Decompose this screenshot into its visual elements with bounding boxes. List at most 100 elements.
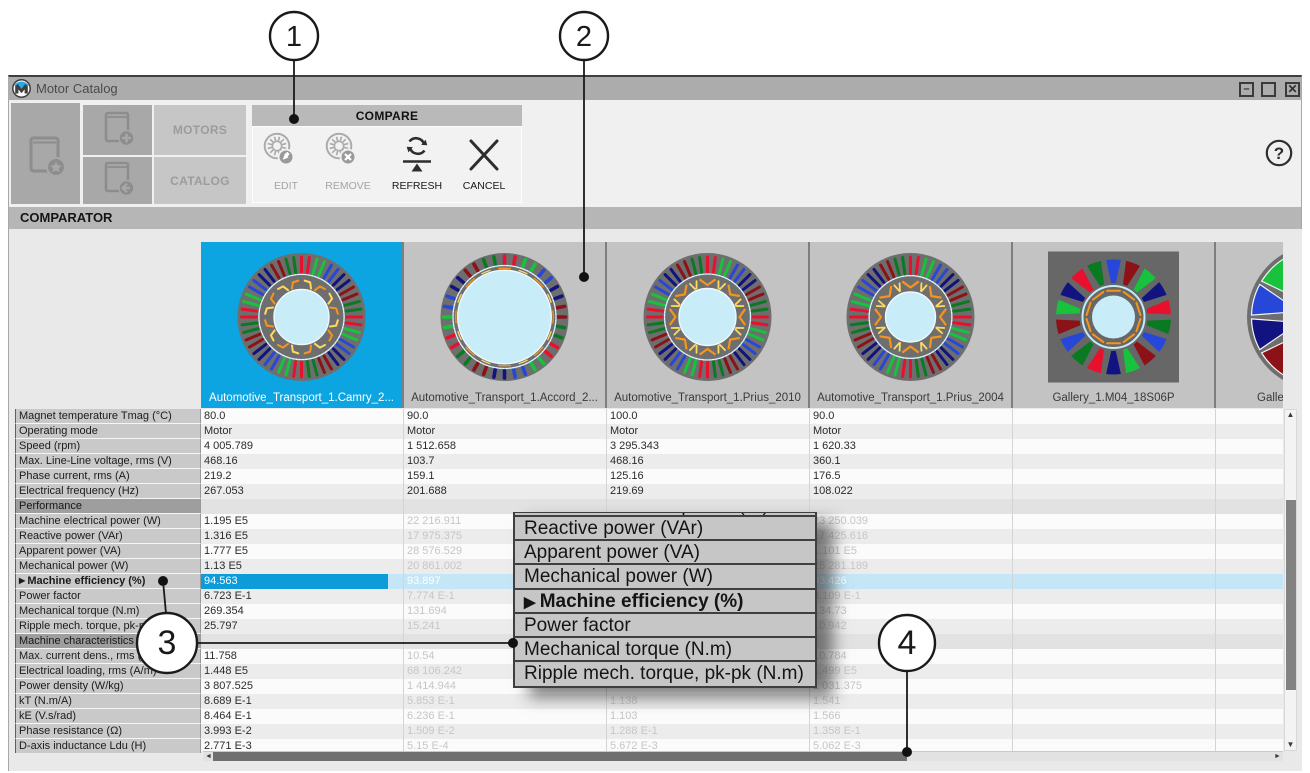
row-label[interactable]: Speed (rpm) [15,439,201,454]
close-button[interactable]: ✕ [1285,82,1300,97]
import-motor-button[interactable] [83,157,152,204]
value-cell[interactable]: 125.16 [610,469,644,484]
value-cell[interactable]: 5.062 E-3 [813,739,861,751]
value-cell[interactable]: 1.541 [813,694,841,709]
value-cell[interactable]: 93.897 [407,574,441,589]
value-cell[interactable]: 25.797 [204,619,238,634]
value-cell[interactable]: 20 861.002 [407,559,462,574]
popup-item[interactable]: Mechanical power (W) [515,565,815,589]
value-cell[interactable]: 360.1 [813,454,841,469]
value-cell[interactable]: 5.672 E-3 [610,739,658,751]
value-cell[interactable]: 1 031.375 [813,679,862,694]
table-row[interactable]: 3.993 E-21.509 E-21.288 E-11.358 E-1 [201,724,1283,739]
value-cell[interactable]: 90.0 [407,409,428,424]
help-button[interactable]: ? [1265,139,1293,167]
value-cell[interactable]: 7.774 E-1 [407,589,455,604]
value-cell[interactable]: 219.2 [204,469,232,484]
popup-item[interactable]: Reactive power (VAr) [515,517,815,541]
row-label[interactable]: ▶ Machine efficiency (%) [15,574,201,589]
value-cell[interactable]: Motor [407,424,435,439]
row-label[interactable]: Electrical loading, rms (A/m) [15,664,201,679]
value-cell[interactable]: 100.0 [610,409,638,424]
value-cell[interactable]: 134.73 [813,604,847,619]
refresh-button[interactable]: REFRESH [388,128,446,200]
minimize-button[interactable]: – [1239,82,1254,97]
value-cell[interactable]: 103.7 [407,454,435,469]
value-cell[interactable]: 219.69 [610,484,644,499]
row-label[interactable]: Reactive power (VAr) [15,529,201,544]
table-row[interactable]: 8.689 E-1 5.853 E-1 1.138 1.541 [201,694,1283,709]
value-cell[interactable]: Motor [813,424,841,439]
table-row[interactable]: 8.464 E-16.236 E-11.1031.566 [201,709,1283,724]
popup-item[interactable]: Mechanical torque (N.m) [515,638,815,662]
row-label[interactable]: Max. current dens., rms (A/mm²) [15,649,201,664]
value-cell[interactable]: 28 576.529 [407,544,462,559]
value-cell[interactable]: 25 281.189 [813,559,868,574]
row-label[interactable]: Magnet temperature Tmag (°C) [15,409,201,424]
row-label[interactable]: Phase current, rms (A) [15,469,201,484]
value-cell[interactable]: 1.509 E-2 [407,724,455,739]
table-row[interactable]: 468.16 103.7 468.16 360.1 [201,454,1283,469]
value-cell[interactable]: 1 414.944 [407,679,456,694]
value-cell[interactable]: 94.563 [204,574,238,589]
row-label[interactable]: Electrical frequency (Hz) [15,484,201,499]
cancel-button[interactable]: CANCEL [455,128,513,200]
motor-column-header[interactable]: Automotive_Transport_1.Prius_2004 [810,242,1011,408]
value-cell[interactable]: 468.16 [204,454,238,469]
value-cell[interactable]: 10.784 [813,649,847,664]
row-label[interactable]: kE (V.s/rad) [15,709,201,724]
row-label[interactable]: D-axis inductance Ldu (H) [15,739,201,753]
value-cell[interactable]: 131.694 [407,604,447,619]
row-label[interactable]: Max. Line-Line voltage, rms (V) [15,454,201,469]
row-label[interactable]: Phase resistance (Ω) [15,724,201,739]
value-cell[interactable]: 1.195 E5 [204,514,248,529]
horizontal-scrollbar-thumb[interactable] [213,752,907,761]
value-cell[interactable]: Motor [204,424,232,439]
value-cell[interactable]: 468.16 [610,454,644,469]
value-cell[interactable]: 6.723 E-1 [204,589,252,604]
value-cell[interactable]: 6.236 E-1 [407,709,455,724]
value-cell[interactable]: Motor [610,424,638,439]
section-row-label[interactable]: Performance [15,499,201,514]
motor-column-header[interactable]: Automotive_Transport_1.Accord_2... [404,242,605,408]
row-label[interactable]: Machine electrical power (W) [15,514,201,529]
section-row-label[interactable]: Machine characteristics [15,634,201,649]
value-cell[interactable]: 10.942 [813,619,847,634]
add-motor-button[interactable] [83,105,152,155]
value-cell[interactable]: 176.5 [813,469,841,484]
new-catalog-button[interactable] [11,103,80,204]
value-cell[interactable]: 3 807.525 [204,679,253,694]
value-cell[interactable]: 2.771 E-3 [204,739,252,751]
motor-column-header[interactable]: Gallery_1.M04_18S06P [1013,242,1214,408]
value-cell[interactable]: 1.138 [610,694,638,709]
value-cell[interactable]: 267.053 [204,484,244,499]
value-cell[interactable]: 8.464 E-1 [204,709,252,724]
value-cell[interactable]: 269.354 [204,604,244,619]
tab-catalog[interactable]: CATALOG [154,157,246,204]
table-row[interactable]: 4 005.7891 512.6583 295.3431 620.33 [201,439,1283,454]
value-cell[interactable]: 93.426 [813,574,847,589]
value-cell[interactable]: 1.101 E5 [813,544,857,559]
row-label[interactable]: Apparent power (VA) [15,544,201,559]
value-cell[interactable]: 17 425.616 [813,529,868,544]
scroll-down-icon[interactable]: ▼ [1285,741,1296,749]
value-cell[interactable]: 1.448 E5 [204,664,248,679]
value-cell[interactable]: 90.0 [813,409,834,424]
tab-motors[interactable]: MOTORS [154,105,246,155]
value-cell[interactable]: 17 975.375 [407,529,462,544]
value-cell[interactable]: 11.758 [204,649,237,664]
value-cell[interactable]: 1 512.658 [407,439,456,454]
motor-column-header[interactable]: Automotive_Transport_1.Camry_2... [201,242,402,408]
row-label[interactable]: Power density (W/kg) [15,679,201,694]
row-label[interactable]: Operating mode [15,424,201,439]
value-cell[interactable]: 68 106.242 [407,664,462,679]
value-cell[interactable]: 8.689 E-1 [204,694,252,709]
value-cell[interactable]: 3 295.343 [610,439,659,454]
value-cell[interactable]: 159.1 [407,469,435,484]
scroll-up-icon[interactable]: ▲ [1285,411,1296,419]
value-cell[interactable]: 1.103 [610,709,638,724]
edit-button[interactable]: EDIT [257,128,315,200]
value-cell[interactable]: 5.853 E-1 [407,694,455,709]
value-cell[interactable]: 1.288 E-1 [610,724,658,739]
row-label[interactable]: kT (N.m/A) [15,694,201,709]
